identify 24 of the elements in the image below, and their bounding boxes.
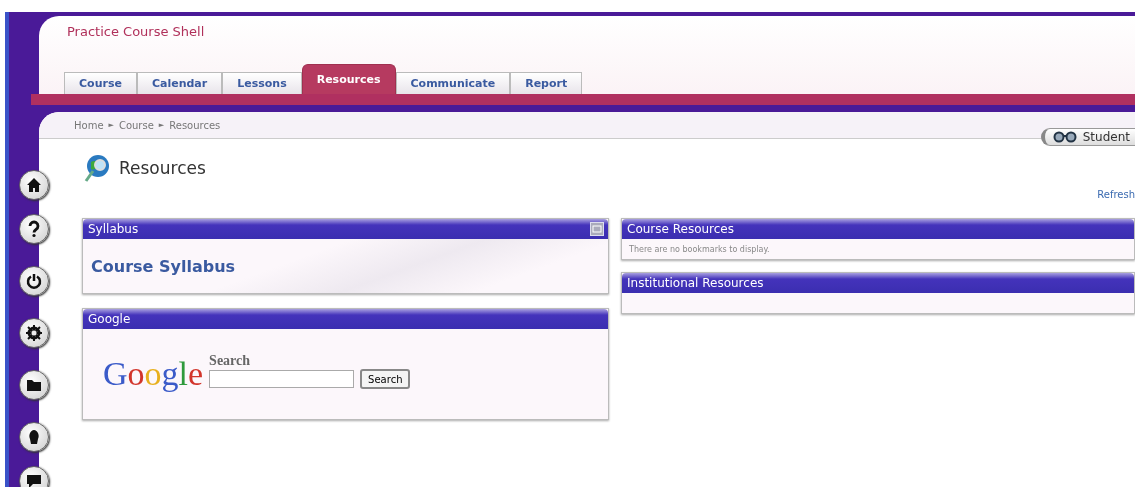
nav-tab[interactable]: Course <box>64 72 137 94</box>
nav-tab[interactable]: Resources <box>301 64 396 94</box>
nav-tab[interactable]: Lessons <box>222 72 302 94</box>
view-mode-button[interactable]: Student <box>1040 128 1135 146</box>
nav-tab[interactable]: Report <box>510 72 583 94</box>
widget-title: Course Resources <box>627 222 734 236</box>
search-field[interactable] <box>209 370 355 388</box>
nav-tab[interactable]: Calendar <box>136 72 223 94</box>
nav-tab[interactable]: Communicate <box>395 72 511 94</box>
page-title: Resources <box>119 158 206 178</box>
google-logo: Google <box>103 355 204 393</box>
refresh-link[interactable]: Refresh <box>1097 189 1135 200</box>
search-label: Search <box>209 353 251 369</box>
breadcrumb-link[interactable]: Home <box>74 119 104 131</box>
breadcrumb-link[interactable]: Course <box>118 119 154 131</box>
widget-title: Google <box>88 312 131 326</box>
course-title: Practice Course Shell <box>67 24 205 39</box>
empty-message: There are no bookmarks to display. <box>629 244 770 254</box>
glasses-icon <box>1052 131 1077 143</box>
breadcrumb-link[interactable]: Resources <box>169 119 221 131</box>
widget-title: Syllabus <box>88 222 139 236</box>
widget-title: Institutional Resources <box>627 276 764 290</box>
search-button[interactable]: Search <box>360 369 411 389</box>
syllabus-link[interactable]: Course Syllabus <box>91 256 236 276</box>
